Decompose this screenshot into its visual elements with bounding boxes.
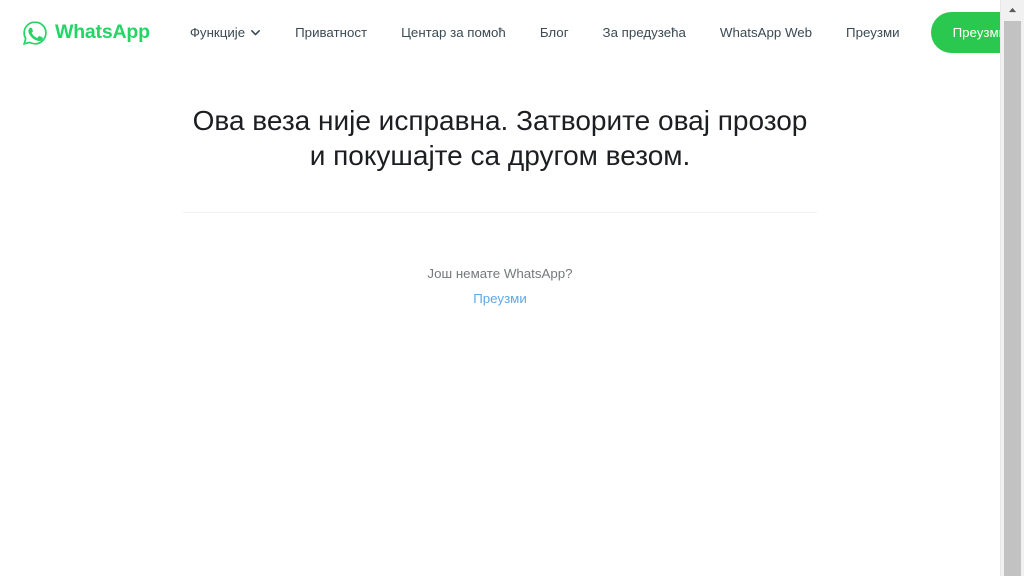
nav-item-funkcije[interactable]: Функције <box>180 20 278 45</box>
nav-item-blog[interactable]: Блог <box>523 20 586 45</box>
scroll-up-button[interactable] <box>1001 0 1024 19</box>
nav-item-privatnost[interactable]: Приватност <box>278 20 384 45</box>
scrollbar-thumb[interactable] <box>1004 21 1021 576</box>
nav-item-label: Функције <box>189 24 246 40</box>
nav-item-label: За предузећа <box>602 24 686 40</box>
nav-item-label: Приватност <box>295 24 368 40</box>
get-whatsapp-prompt: Још немате WhatsApp? Преузми <box>0 264 1000 310</box>
nav-item-za-preduzeca[interactable]: За предузећа <box>586 20 703 45</box>
nav-item-label: WhatsApp Web <box>719 24 813 40</box>
whatsapp-logo-icon <box>22 20 48 46</box>
download-cta-button[interactable]: Преузми <box>930 12 1000 53</box>
nav-item-label: Преузми <box>846 24 900 40</box>
nav-item-whatsapp-web[interactable]: WhatsApp Web <box>703 20 829 45</box>
section-divider <box>183 211 817 213</box>
page-title: Ова веза није исправна. Затворите овај п… <box>192 105 808 172</box>
brand-logo-link[interactable]: WhatsApp <box>22 20 150 46</box>
nav-item-centar-za-pomoc[interactable]: Центар за помоћ <box>384 20 523 45</box>
download-link[interactable]: Преузми <box>473 289 527 310</box>
no-whatsapp-question: Још немате WhatsApp? <box>427 265 573 281</box>
site-header: WhatsApp Функције Приватност Центар за п… <box>0 0 1000 65</box>
nav-item-preuzmi[interactable]: Преузми <box>829 20 917 45</box>
browser-page: WhatsApp Функције Приватност Центар за п… <box>0 0 1024 576</box>
chevron-down-icon <box>250 26 261 38</box>
main-navigation: Функције Приватност Центар за помоћ Блог <box>180 20 917 45</box>
brand-name: WhatsApp <box>55 21 150 43</box>
nav-item-label: Блог <box>539 24 569 40</box>
download-cta-label: Преузми <box>952 25 1000 40</box>
page-viewport: WhatsApp Функције Приватност Центар за п… <box>0 0 1000 576</box>
nav-item-label: Центар за помоћ <box>401 24 506 40</box>
scroll-up-arrow-icon <box>1008 7 1017 13</box>
main-content: Ова веза није исправна. Затворите овај п… <box>0 65 1000 310</box>
vertical-scrollbar[interactable] <box>1000 0 1024 576</box>
invalid-link-notice: Ова веза није исправна. Затворите овај п… <box>183 103 817 174</box>
